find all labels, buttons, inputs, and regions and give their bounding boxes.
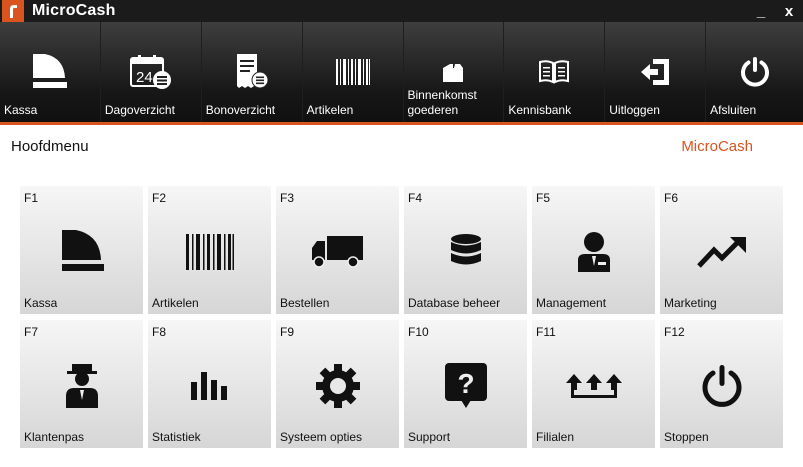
trend-up-icon: [696, 237, 746, 268]
tile-label: Marketing: [664, 296, 717, 310]
tile-key: F3: [280, 191, 295, 205]
toolbar-label: Artikelen: [306, 103, 354, 117]
register-icon: [61, 230, 104, 271]
tile-label: Management: [536, 296, 607, 310]
receipt-icon: [236, 54, 269, 89]
calendar-list-icon: 24: [129, 55, 171, 89]
bar-chart-icon: [190, 372, 227, 400]
tile-klantenpas[interactable]: F7 Klantenpas: [20, 320, 143, 448]
barcode-icon: [185, 234, 234, 270]
brand-label: MicroCash: [681, 138, 753, 155]
toolbar-label: Afsluiten: [710, 103, 757, 117]
tile-management[interactable]: F5 Management: [532, 186, 655, 314]
svg-text:24: 24: [136, 69, 153, 86]
box-icon: [443, 64, 464, 82]
svg-text:?: ?: [457, 368, 474, 399]
page-title: Hoofdmenu: [11, 138, 89, 155]
tile-systeem-opties[interactable]: F9 Systeem opties: [276, 320, 399, 448]
toolbar-dagoverzicht-button[interactable]: 24 Dagoverzicht: [100, 22, 201, 122]
help-icon: ?: [444, 363, 487, 408]
tile-label: Database beheer: [408, 296, 501, 310]
tile-bestellen[interactable]: F3 Bestellen: [276, 186, 399, 314]
barcode-icon: [335, 59, 370, 85]
toolbar-bonoverzicht-button[interactable]: Bonoverzicht: [201, 22, 302, 122]
tile-key: F2: [152, 191, 167, 205]
toolbar-uitloggen-button[interactable]: Uitloggen: [605, 22, 706, 122]
tile-label: Artikelen: [152, 296, 199, 310]
toolbar-label: Dagoverzicht: [104, 103, 175, 117]
database-icon: [450, 234, 481, 265]
tile-label: Filialen: [536, 430, 575, 444]
main-toolbar: Kassa 24 Dagoverzicht Bonoverzicht Artik…: [0, 22, 803, 122]
main-menu-grid: F1 Kassa F2 Artikelen F3 Bestellen F4 Da…: [20, 186, 783, 448]
toolbar-label: Binnenkomst goederen: [407, 88, 477, 117]
toolbar-label: Uitloggen: [609, 103, 660, 117]
tile-key: F12: [664, 325, 685, 339]
toolbar-binnenkomst-button[interactable]: Binnenkomst goederen: [403, 22, 504, 122]
tile-label: Systeem opties: [280, 430, 363, 444]
tile-stoppen[interactable]: F12 Stoppen: [660, 320, 783, 448]
tile-label: Stoppen: [664, 430, 709, 444]
tile-key: F7: [24, 325, 39, 339]
tile-marketing[interactable]: F6 Marketing: [660, 186, 783, 314]
toolbar-label: Kassa: [4, 103, 38, 117]
title-bar: MicroCash _ x: [0, 0, 803, 22]
logout-icon: [641, 59, 670, 85]
toolbar-label: Bonoverzicht: [205, 103, 276, 117]
power-icon: [740, 57, 769, 87]
tile-kassa[interactable]: F1 Kassa: [20, 186, 143, 314]
tile-statistiek[interactable]: F8 Statistiek: [148, 320, 271, 448]
tile-key: F1: [24, 191, 39, 205]
branches-icon: [565, 374, 622, 398]
tile-key: F4: [408, 191, 423, 205]
tile-support[interactable]: F10 ? Support: [404, 320, 527, 448]
gear-icon: [315, 364, 360, 408]
toolbar-kennisbank-button[interactable]: Kennisbank: [504, 22, 605, 122]
tile-filialen[interactable]: F11 Filialen: [532, 320, 655, 448]
toolbar-artikelen-button[interactable]: Artikelen: [302, 22, 403, 122]
tile-artikelen[interactable]: F2 Artikelen: [148, 186, 271, 314]
toolbar-kassa-button[interactable]: Kassa: [0, 22, 100, 122]
close-button[interactable]: x: [775, 3, 803, 20]
tile-key: F9: [280, 325, 295, 339]
minimize-button[interactable]: _: [747, 3, 775, 20]
truck-icon: [311, 236, 363, 268]
app-logo-icon: [2, 0, 24, 22]
toolbar-accent-line: [0, 122, 803, 125]
toolbar-label: Kennisbank: [508, 103, 572, 117]
register-icon: [32, 54, 67, 88]
tile-label: Bestellen: [280, 296, 330, 310]
tile-label: Kassa: [24, 296, 58, 310]
window-title: MicroCash: [32, 2, 116, 19]
customer-icon: [65, 364, 98, 408]
book-icon: [539, 60, 570, 84]
tile-key: F11: [536, 325, 556, 339]
toolbar-afsluiten-button[interactable]: Afsluiten: [706, 22, 803, 122]
tile-label: Support: [408, 430, 451, 444]
tile-label: Klantenpas: [24, 430, 85, 444]
tile-key: F8: [152, 325, 167, 339]
tile-key: F5: [536, 191, 551, 205]
tile-key: F10: [408, 325, 429, 339]
power-icon: [702, 365, 741, 407]
tile-database-beheer[interactable]: F4 Database beheer: [404, 186, 527, 314]
tile-label: Statistiek: [152, 430, 201, 444]
tile-key: F6: [664, 191, 679, 205]
manager-icon: [577, 232, 610, 272]
